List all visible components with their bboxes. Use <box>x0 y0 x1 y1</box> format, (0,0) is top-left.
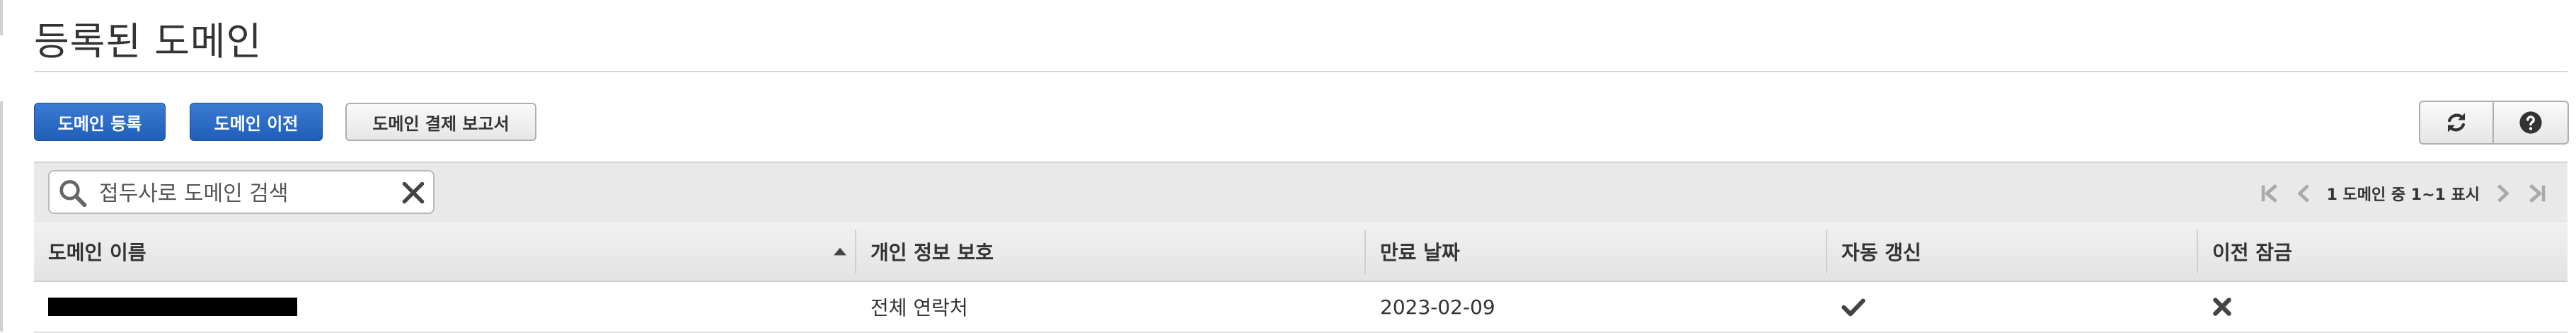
register-domain-button[interactable]: 도메인 등록 <box>34 103 166 141</box>
search-icon <box>59 180 87 207</box>
pagination: 1 도메인 중 1~1 표시 <box>2259 176 2548 211</box>
domain-billing-report-button[interactable]: 도메인 결제 보고서 <box>345 103 536 141</box>
transfer-domain-button[interactable]: 도메인 이전 <box>190 103 323 141</box>
search-box <box>48 170 435 214</box>
page-title: 등록된 도메인 <box>34 19 263 64</box>
refresh-icon <box>2447 113 2466 132</box>
domain-search-input[interactable] <box>98 177 391 210</box>
transfer-lock-cell <box>2198 282 2566 332</box>
column-header-transfer-lock[interactable]: 이전 잠금 <box>2198 222 2566 281</box>
column-header-privacy-protection[interactable]: 개인 정보 보호 <box>856 222 1364 281</box>
first-page-icon[interactable] <box>2259 182 2280 205</box>
privacy-cell: 전체 연락처 <box>870 296 968 320</box>
left-border <box>0 101 3 332</box>
redacted-domain-name <box>48 298 297 316</box>
help-button[interactable] <box>2494 101 2569 145</box>
column-header-domain-name[interactable]: 도메인 이름 <box>34 222 855 281</box>
last-page-icon[interactable] <box>2526 182 2548 205</box>
column-header-expiration-date[interactable]: 만료 날짜 <box>1366 222 1826 281</box>
x-icon <box>2213 298 2231 316</box>
check-icon <box>1841 298 1865 317</box>
clear-search-icon[interactable] <box>401 180 426 205</box>
domain-name-cell[interactable] <box>34 282 855 332</box>
divider <box>34 71 2568 72</box>
refresh-button[interactable] <box>2419 101 2494 145</box>
question-icon <box>2519 111 2542 134</box>
expiration-date-cell: 2023-02-09 <box>1380 295 1495 319</box>
auto-renew-cell <box>1827 282 2197 332</box>
next-page-icon[interactable] <box>2495 182 2511 205</box>
left-border <box>0 0 3 35</box>
filter-bar: 1 도메인 중 1~1 표시 <box>34 162 2568 224</box>
column-header-auto-renew[interactable]: 자동 갱신 <box>1827 222 2197 281</box>
previous-page-icon[interactable] <box>2296 182 2311 205</box>
sort-ascending-icon[interactable] <box>834 247 846 256</box>
table-header: 도메인 이름 개인 정보 보호 만료 날짜 자동 갱신 이전 잠금 <box>34 222 2568 282</box>
table-row[interactable]: 전체 연락처 2023-02-09 <box>34 282 2568 333</box>
pagination-status: 1 도메인 중 1~1 표시 <box>2326 186 2480 204</box>
